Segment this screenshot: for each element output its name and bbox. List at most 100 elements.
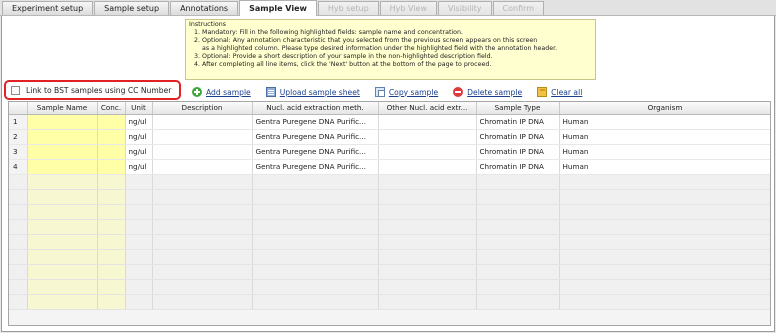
other-extraction-cell[interactable] bbox=[378, 114, 477, 130]
empty-cell bbox=[252, 279, 379, 295]
empty-cell bbox=[252, 189, 379, 205]
empty-cell bbox=[27, 204, 98, 220]
empty-cell bbox=[476, 189, 560, 205]
tab-annotations[interactable]: Annotations bbox=[170, 1, 239, 15]
empty-cell bbox=[97, 189, 126, 205]
empty-cell bbox=[559, 219, 770, 235]
empty-cell bbox=[97, 234, 126, 250]
conc-cell[interactable] bbox=[97, 114, 126, 130]
clear-all-button[interactable]: Clear all bbox=[537, 87, 582, 97]
column-header-sample-type[interactable]: Sample Type bbox=[476, 102, 560, 115]
description-cell[interactable] bbox=[152, 144, 253, 160]
empty-cell bbox=[9, 249, 28, 265]
empty-cell bbox=[27, 294, 98, 310]
sample-name-cell[interactable] bbox=[27, 129, 98, 145]
sample-type-cell[interactable]: Chromatin IP DNA bbox=[476, 129, 560, 145]
empty-cell bbox=[27, 219, 98, 235]
add-sample-button[interactable]: Add sample bbox=[192, 87, 251, 97]
delete-sample-label[interactable]: Delete sample bbox=[467, 88, 522, 97]
clear-all-label[interactable]: Clear all bbox=[551, 88, 582, 97]
other-extraction-cell[interactable] bbox=[378, 159, 477, 175]
empty-cell bbox=[476, 174, 560, 190]
empty-cell bbox=[559, 174, 770, 190]
conc-cell[interactable] bbox=[97, 144, 126, 160]
sample-name-cell[interactable] bbox=[27, 144, 98, 160]
bst-link-checkbox[interactable] bbox=[11, 85, 20, 95]
empty-cell bbox=[252, 204, 379, 220]
empty-cell bbox=[476, 204, 560, 220]
unit-cell[interactable]: ng/ul bbox=[125, 129, 153, 145]
organism-cell[interactable]: Human bbox=[559, 129, 770, 145]
empty-cell bbox=[152, 189, 253, 205]
extraction-method-cell[interactable]: Gentra Puregene DNA Purific... bbox=[252, 129, 379, 145]
column-header-sample-name[interactable]: Sample Name bbox=[27, 102, 98, 115]
tab-sample-setup[interactable]: Sample setup bbox=[94, 1, 170, 15]
description-cell[interactable] bbox=[152, 114, 253, 130]
empty-cell bbox=[378, 219, 477, 235]
extraction-method-cell[interactable]: Gentra Puregene DNA Purific... bbox=[252, 144, 379, 160]
empty-cell bbox=[476, 219, 560, 235]
organism-cell[interactable]: Human bbox=[559, 159, 770, 175]
column-header-extraction-method[interactable]: Nucl. acid extraction meth. bbox=[252, 102, 379, 115]
spreadsheet-upload-icon bbox=[265, 87, 276, 97]
unit-cell[interactable]: ng/ul bbox=[125, 144, 153, 160]
sample-name-cell[interactable] bbox=[27, 114, 98, 130]
tab-experiment-setup[interactable]: Experiment setup bbox=[2, 1, 94, 15]
description-cell[interactable] bbox=[152, 159, 253, 175]
empty-row bbox=[9, 279, 770, 295]
empty-cell bbox=[152, 174, 253, 190]
tab-confirm: Confirm bbox=[492, 1, 545, 15]
empty-cell bbox=[125, 249, 153, 265]
table-row[interactable]: 1 ng/ul Gentra Puregene DNA Purific... C… bbox=[9, 114, 770, 130]
bst-link-callout: Link to BST samples using CC Number bbox=[4, 80, 181, 100]
upload-sample-sheet-label[interactable]: Upload sample sheet bbox=[280, 88, 360, 97]
empty-cell bbox=[125, 279, 153, 295]
copy-sample-label[interactable]: Copy sample bbox=[389, 88, 438, 97]
empty-row bbox=[9, 219, 770, 235]
empty-cell bbox=[559, 279, 770, 295]
instructions-title: Instructions bbox=[189, 21, 226, 28]
delete-icon bbox=[453, 87, 464, 97]
sample-type-cell[interactable]: Chromatin IP DNA bbox=[476, 114, 560, 130]
other-extraction-cell[interactable] bbox=[378, 129, 477, 145]
organism-cell[interactable]: Human bbox=[559, 144, 770, 160]
empty-cell bbox=[378, 294, 477, 310]
unit-cell[interactable]: ng/ul bbox=[125, 114, 153, 130]
delete-sample-button[interactable]: Delete sample bbox=[453, 87, 522, 97]
sample-name-cell[interactable] bbox=[27, 159, 98, 175]
empty-cell bbox=[125, 189, 153, 205]
bst-link-label[interactable]: Link to BST samples using CC Number bbox=[26, 86, 171, 95]
conc-cell[interactable] bbox=[97, 159, 126, 175]
empty-cell bbox=[252, 264, 379, 280]
empty-cell bbox=[97, 279, 126, 295]
table-row[interactable]: 3 ng/ul Gentra Puregene DNA Purific... C… bbox=[9, 144, 770, 160]
extraction-method-cell[interactable]: Gentra Puregene DNA Purific... bbox=[252, 159, 379, 175]
empty-cell bbox=[9, 264, 28, 280]
table-row[interactable]: 4 ng/ul Gentra Puregene DNA Purific... C… bbox=[9, 159, 770, 175]
add-icon bbox=[192, 87, 202, 97]
table-row[interactable]: 2 ng/ul Gentra Puregene DNA Purific... C… bbox=[9, 129, 770, 145]
sample-type-cell[interactable]: Chromatin IP DNA bbox=[476, 159, 560, 175]
empty-cell bbox=[97, 249, 126, 265]
unit-cell[interactable]: ng/ul bbox=[125, 159, 153, 175]
tab-sample-view[interactable]: Sample View bbox=[239, 0, 317, 16]
organism-cell[interactable]: Human bbox=[559, 114, 770, 130]
extraction-method-cell[interactable]: Gentra Puregene DNA Purific... bbox=[252, 114, 379, 130]
empty-cell bbox=[378, 204, 477, 220]
column-header-description[interactable]: Description bbox=[152, 102, 253, 115]
column-header-organism[interactable]: Organism bbox=[559, 102, 770, 115]
column-header-unit[interactable]: Unit bbox=[125, 102, 153, 115]
description-cell[interactable] bbox=[152, 129, 253, 145]
add-sample-label[interactable]: Add sample bbox=[206, 88, 251, 97]
column-header-conc[interactable]: Conc. bbox=[97, 102, 126, 115]
empty-row bbox=[9, 249, 770, 265]
conc-cell[interactable] bbox=[97, 129, 126, 145]
upload-sample-sheet-button[interactable]: Upload sample sheet bbox=[265, 87, 360, 97]
column-header-other-extraction[interactable]: Other Nucl. acid extr... bbox=[378, 102, 477, 115]
sample-type-cell[interactable]: Chromatin IP DNA bbox=[476, 144, 560, 160]
copy-sample-button[interactable]: Copy sample bbox=[374, 87, 438, 97]
empty-cell bbox=[125, 174, 153, 190]
empty-cell bbox=[9, 174, 28, 190]
empty-cell bbox=[378, 264, 477, 280]
other-extraction-cell[interactable] bbox=[378, 144, 477, 160]
